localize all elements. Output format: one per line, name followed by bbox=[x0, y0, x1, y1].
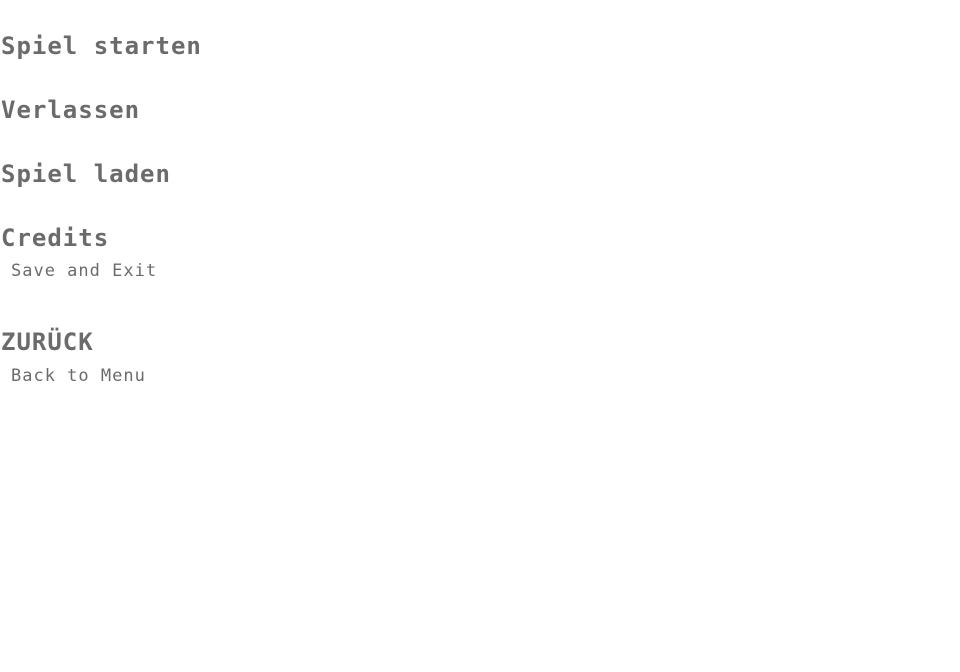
load-game-button[interactable]: Spiel laden bbox=[1, 160, 171, 188]
start-game-button[interactable]: Spiel starten bbox=[1, 32, 202, 60]
back-button[interactable]: ZURÜCK bbox=[1, 328, 94, 356]
credits-button[interactable]: Credits bbox=[1, 224, 109, 252]
save-and-exit-caption: Save and Exit bbox=[11, 261, 158, 281]
back-to-menu-caption: Back to Menu bbox=[11, 366, 146, 386]
main-menu: Spiel starten Verlassen Spiel laden Cred… bbox=[0, 0, 960, 672]
quit-button[interactable]: Verlassen bbox=[1, 96, 140, 124]
